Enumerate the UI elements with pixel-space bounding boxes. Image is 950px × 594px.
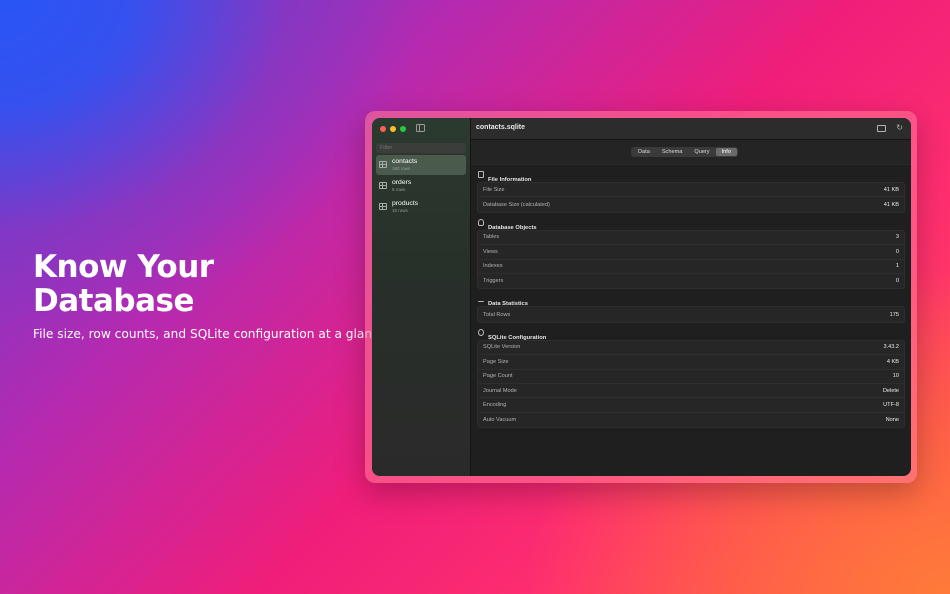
view-switcher: Data Schema Query Info bbox=[631, 147, 738, 157]
info-label: Page Size bbox=[483, 358, 509, 365]
info-value: 175 bbox=[889, 311, 899, 318]
table-icon bbox=[379, 161, 387, 168]
info-label: Indexes bbox=[483, 263, 503, 270]
tab-bar: Data Schema Query Info bbox=[471, 140, 911, 165]
table-icon bbox=[379, 203, 387, 210]
section-title: Database Objects bbox=[488, 224, 537, 231]
window-title: contacts.sqlite bbox=[476, 124, 526, 131]
info-content: File Information File Size 41 KB Database… bbox=[471, 168, 911, 429]
info-row: Indexes 1 bbox=[478, 260, 904, 274]
table-item-products[interactable]: products 10 rows bbox=[376, 197, 466, 217]
filter-input[interactable] bbox=[376, 143, 466, 153]
titlebar: contacts.sqlite ↻ bbox=[471, 118, 911, 140]
hero-title: Know Your Database bbox=[33, 250, 333, 318]
info-label: Journal Mode bbox=[483, 387, 517, 394]
info-value: 41 KB bbox=[883, 186, 899, 193]
file-info-card: File Size 41 KB Database Size (calculated… bbox=[477, 182, 905, 213]
info-value: 3.43.2 bbox=[883, 344, 899, 351]
section-header-file: File Information bbox=[477, 168, 905, 183]
info-label: Page Count bbox=[483, 373, 513, 380]
sidebar-toggle-icon[interactable] bbox=[416, 124, 425, 132]
info-value: 10 bbox=[892, 373, 899, 380]
info-row: Auto Vacuum None bbox=[478, 413, 904, 427]
minimize-button[interactable] bbox=[390, 126, 396, 132]
table-row-count: 5 rows bbox=[392, 187, 406, 192]
section-header-stats: Data Statistics bbox=[477, 292, 905, 308]
info-row: Tables 3 bbox=[478, 231, 904, 246]
info-value: Delete bbox=[882, 387, 899, 394]
table-row-count: 160 rows bbox=[392, 166, 411, 171]
info-label: Tables bbox=[483, 234, 500, 241]
hero-title-line1: Know Your bbox=[33, 249, 214, 285]
info-value: 0 bbox=[895, 248, 899, 255]
info-label: File Size bbox=[483, 186, 505, 193]
table-name: contacts bbox=[392, 158, 418, 165]
table-list: contacts 160 rows orders 5 rows products… bbox=[376, 155, 466, 218]
table-name: orders bbox=[392, 179, 412, 186]
info-row: Journal Mode Delete bbox=[478, 384, 904, 399]
info-value: 1 bbox=[895, 263, 899, 270]
section-header-config: SQLite Configuration bbox=[477, 326, 905, 341]
main-panel: contacts.sqlite ↻ Data Schema Query Info… bbox=[471, 118, 911, 476]
section-title: SQLite Configuration bbox=[488, 334, 547, 341]
info-label: Views bbox=[483, 248, 498, 255]
table-name: products bbox=[392, 200, 419, 207]
chart-bar-icon bbox=[478, 295, 484, 303]
info-value: 3 bbox=[895, 234, 899, 241]
info-value: 0 bbox=[895, 278, 899, 285]
hero-subtitle: File size, row counts, and SQLite config… bbox=[33, 327, 391, 341]
section-title: File Information bbox=[488, 177, 532, 183]
app-window: contacts 160 rows orders 5 rows products… bbox=[372, 118, 911, 476]
sqlite-config-card: SQLite Version 3.43.2 Page Size 4 KB Page … bbox=[477, 339, 905, 429]
info-label: Triggers bbox=[483, 278, 504, 285]
info-label: Database Size (calculated) bbox=[483, 201, 550, 208]
refresh-icon[interactable]: ↻ bbox=[896, 124, 903, 132]
tab-info[interactable]: Info bbox=[715, 148, 737, 156]
info-row: SQLite Version 3.43.2 bbox=[478, 341, 904, 356]
info-label: Encoding bbox=[483, 401, 507, 408]
info-row: Page Size 4 KB bbox=[478, 355, 904, 370]
info-row: Database Size (calculated) 41 KB bbox=[478, 197, 904, 211]
data-statistics-card: Total Rows 175 bbox=[477, 306, 905, 323]
info-label: Auto Vacuum bbox=[483, 416, 517, 423]
section-title: Data Statistics bbox=[488, 301, 528, 308]
table-item-contacts[interactable]: contacts 160 rows bbox=[376, 155, 466, 175]
tab-query[interactable]: Query bbox=[688, 148, 715, 156]
zoom-button[interactable] bbox=[400, 126, 406, 132]
tab-schema[interactable]: Schema bbox=[656, 148, 689, 156]
info-value: 41 KB bbox=[883, 201, 899, 208]
hero-title-line2: Database bbox=[33, 283, 194, 319]
info-row: Triggers 0 bbox=[478, 274, 904, 288]
table-item-orders[interactable]: orders 5 rows bbox=[376, 176, 466, 196]
info-row: Total Rows 175 bbox=[478, 307, 904, 321]
section-header-objects: Database Objects bbox=[477, 216, 905, 231]
gear-icon bbox=[478, 328, 484, 336]
sidebar: contacts 160 rows orders 5 rows products… bbox=[372, 118, 471, 476]
tab-data[interactable]: Data bbox=[632, 148, 656, 156]
info-value: UTF-8 bbox=[883, 401, 899, 408]
folder-icon[interactable] bbox=[877, 125, 886, 132]
document-icon bbox=[478, 171, 484, 178]
info-label: SQLite Version bbox=[483, 344, 521, 351]
table-row-count: 10 rows bbox=[392, 208, 408, 213]
info-row: File Size 41 KB bbox=[478, 183, 904, 198]
window-controls bbox=[380, 126, 406, 132]
info-row: Encoding UTF-8 bbox=[478, 398, 904, 413]
info-label: Total Rows bbox=[483, 311, 511, 318]
info-value: 4 KB bbox=[886, 358, 899, 365]
info-row: Views 0 bbox=[478, 245, 904, 260]
database-objects-card: Tables 3 Views 0 Indexes 1 Triggers 0 bbox=[477, 229, 905, 290]
info-value: None bbox=[885, 416, 899, 423]
table-icon bbox=[379, 182, 387, 189]
close-button[interactable] bbox=[380, 126, 386, 132]
cylinder-icon bbox=[478, 218, 484, 226]
info-row: Page Count 10 bbox=[478, 370, 904, 384]
